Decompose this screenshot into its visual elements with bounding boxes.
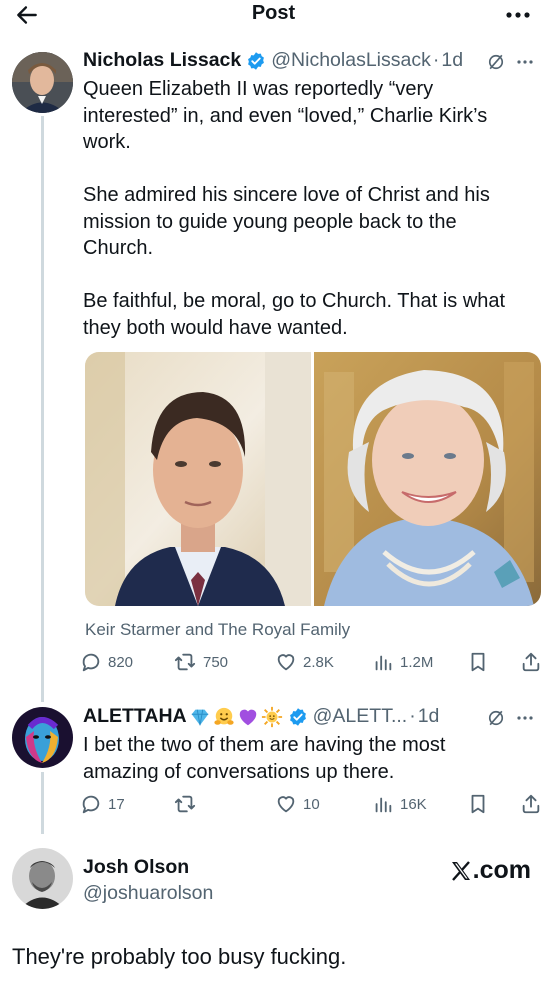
photo-man[interactable] (85, 352, 311, 606)
x-com-logo: .com (449, 856, 531, 885)
author-name[interactable]: ALETTAHA (83, 705, 187, 728)
reply-count: 17 (108, 795, 125, 813)
share-button[interactable] (520, 651, 542, 673)
repost-button[interactable] (173, 793, 203, 815)
author-name[interactable]: Nicholas Lissack (83, 49, 241, 72)
reply-text: I bet the two of them are having the mos… (83, 734, 446, 783)
repost-icon (174, 795, 196, 813)
more-horizontal-icon[interactable] (516, 59, 534, 65)
like-count: 10 (303, 795, 320, 813)
bookmark-button[interactable] (467, 793, 489, 815)
heart-icon (277, 796, 295, 813)
sun-face-icon (261, 706, 282, 727)
more-button[interactable] (499, 2, 531, 28)
view-count: 16K (400, 795, 427, 813)
grok-icon[interactable] (486, 52, 506, 72)
reply-button[interactable]: 17 (80, 793, 125, 815)
post-time[interactable]: 1d (418, 705, 440, 728)
post-time[interactable]: 1d (441, 49, 463, 72)
more-horizontal-icon (506, 12, 530, 18)
avatar[interactable] (12, 848, 73, 909)
x-logo-icon (451, 860, 470, 881)
like-button[interactable]: 10 (275, 793, 320, 815)
post-header-actions (486, 52, 534, 72)
views-button[interactable]: 1.2M (372, 651, 433, 673)
post-paragraph: She admired his sincere love of Christ a… (83, 184, 490, 259)
quote-text: They're probably too busy fucking. (12, 944, 347, 969)
quote-author-name[interactable]: Josh Olson (83, 856, 189, 879)
view-count: 1.2M (400, 653, 434, 671)
avatar[interactable] (12, 52, 73, 113)
verified-badge-icon (288, 707, 308, 727)
quote-author-handle[interactable]: @joshuarolson (83, 882, 213, 905)
share-button[interactable] (520, 793, 542, 815)
share-icon (522, 794, 540, 814)
author-handle[interactable]: @NicholasLissack (271, 49, 431, 72)
post-text: Queen Elizabeth II was reportedly “very … (83, 76, 528, 341)
reply-icon (82, 795, 100, 814)
post-paragraph: Queen Elizabeth II was reportedly “very … (83, 78, 488, 153)
share-icon (522, 652, 540, 672)
reply-count: 820 (108, 653, 134, 671)
purple-heart-icon (239, 709, 256, 725)
bookmark-icon (471, 652, 485, 672)
like-count: 2.8K (303, 653, 334, 671)
avatar[interactable] (12, 707, 73, 768)
views-icon (375, 655, 392, 671)
heart-icon (277, 654, 295, 671)
bookmark-icon (471, 794, 485, 814)
reply-action-bar: 17 10 16K (80, 793, 545, 819)
views-icon (375, 797, 392, 813)
blue-diamond-icon (191, 709, 208, 725)
thread-line (41, 772, 44, 834)
photo-queen[interactable] (314, 352, 541, 606)
reply-icon (82, 653, 100, 672)
reply-header-actions (486, 708, 534, 728)
media-source-label[interactable]: Keir Starmer and The Royal Family (85, 620, 350, 640)
repost-button[interactable]: 750 (173, 651, 228, 673)
top-bar: Post (0, 0, 547, 30)
author-handle[interactable]: @ALETT... (313, 705, 408, 728)
views-button[interactable]: 16K (372, 793, 427, 815)
repost-count: 750 (203, 653, 229, 671)
separator-dot: · (432, 49, 440, 71)
separator-dot: · (409, 705, 416, 727)
page-title: Post (251, 2, 296, 24)
post-paragraph: Be faithful, be moral, go to Church. Tha… (83, 290, 506, 339)
reply-header: ALETTAHA @ALETT... · 1d (83, 705, 439, 728)
post-media[interactable] (85, 352, 541, 606)
reply-button[interactable]: 820 (80, 651, 133, 673)
verified-badge-icon (246, 51, 266, 71)
grok-icon[interactable] (486, 708, 506, 728)
bookmark-button[interactable] (467, 651, 489, 673)
x-com-label: .com (472, 856, 531, 884)
like-button[interactable]: 2.8K (275, 651, 334, 673)
post-header: Nicholas Lissack @NicholasLissack · 1d (83, 49, 463, 72)
thread-line (41, 116, 44, 702)
post-action-bar: 820 750 2.8K 1.2M (80, 651, 545, 677)
repost-icon (174, 653, 196, 671)
more-horizontal-icon[interactable] (516, 715, 534, 721)
hugging-face-icon (214, 707, 234, 725)
